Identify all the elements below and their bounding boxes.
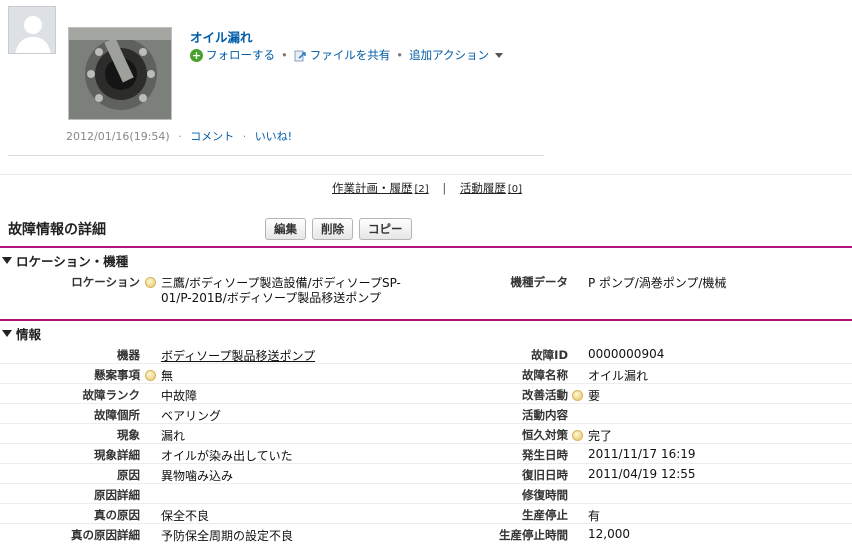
field-value: 要 [588,389,601,403]
field-value-location-line2: 01/P-201B/ボディソープ製品移送ポンプ [161,291,381,305]
separator-dot: · [178,130,182,143]
field-value: 2011/11/17 16:19 [588,447,696,461]
row-divider [0,523,852,524]
related-list-links: 作業計画・履歴 [2] | 活動履歴 [0] [332,180,522,196]
row-divider [0,503,852,504]
detail-button-bar: 編集 削除 コピー [265,218,412,240]
field-value: 2011/04/19 12:55 [588,467,696,481]
field-value-model: P ポンプ/渦巻ポンプ/機械 [588,276,727,290]
more-actions-link[interactable]: 追加アクション [409,47,489,63]
field-value: 無 [161,369,174,383]
post-timestamp: 2012/01/16(19:54) [66,130,170,143]
field-value: オイル漏れ [588,369,649,383]
help-icon[interactable] [572,430,583,441]
field-label: 生産停止時間 [499,528,568,542]
like-link[interactable]: いいね! [255,130,292,143]
row-divider [0,423,852,424]
field-value: 中故障 [161,389,198,403]
separator-dot: • [281,48,288,62]
page-title: 故障情報の詳細 [8,222,106,238]
field-label: 生産停止 [522,508,568,522]
field-label: 故障個所 [94,408,140,422]
collapse-triangle-icon[interactable] [2,330,12,337]
activity-history-link[interactable]: 活動履歴 [460,181,506,195]
field-label: 真の原因詳細 [71,528,140,542]
field-value: 保全不良 [161,509,210,523]
field-label: 活動内容 [522,408,568,422]
field-value: 0000000904 [588,347,665,361]
feed-bottom-divider [0,174,852,175]
separator-dot: · [242,130,247,143]
field-value: オイルが染み出していた [161,449,293,463]
chevron-down-icon[interactable] [495,52,504,58]
section-toggle-info[interactable]: 情報 [2,324,41,343]
edit-button[interactable]: 編集 [265,218,306,240]
field-label: 故障名称 [522,368,568,382]
field-label: 原因詳細 [94,488,140,502]
post-actions: + フォローする • ファイルを共有 • 追加アクション [190,47,504,63]
field-value: 予防保全周期の設定不良 [161,529,294,543]
post-meta: 2012/01/16(19:54) · コメント · いいね! [66,128,292,144]
section-heading-location: ロケーション・機種 [16,254,129,269]
activity-history-count[interactable]: [0] [508,184,522,195]
comment-link[interactable]: コメント [190,130,234,143]
section-divider [0,319,852,321]
delete-button[interactable]: 削除 [312,218,353,240]
work-plan-count[interactable]: [2] [415,184,429,195]
field-label: 懸案事項 [94,368,140,382]
work-plan-link[interactable]: 作業計画・履歴 [332,181,413,195]
field-label: 故障ID [531,348,568,362]
field-label: 恒久対策 [522,428,568,442]
equipment-link[interactable]: ボディソープ製品移送ポンプ [161,347,315,364]
row-divider [0,483,852,484]
field-value: 完了 [588,429,613,443]
follow-plus-icon[interactable]: + [190,48,203,62]
post-image-thumbnail[interactable] [68,27,172,120]
feed-divider [8,155,544,156]
field-label: 真の原因 [94,508,140,522]
help-icon[interactable] [572,390,583,401]
pump-photo-image [69,28,171,119]
field-label: 現象 [117,428,140,442]
row-divider [0,403,852,404]
section-divider [0,246,852,248]
post-title-link[interactable]: オイル漏れ [190,27,253,46]
share-file-icon[interactable] [294,49,307,62]
section-toggle-location[interactable]: ロケーション・機種 [2,251,128,270]
row-divider [0,363,852,364]
separator-bar: | [442,181,447,195]
collapse-triangle-icon[interactable] [2,257,12,264]
field-label: 故障ランク [82,388,141,402]
field-value: 12,000 [588,527,630,541]
help-icon[interactable] [145,277,156,288]
field-label: 機器 [117,348,140,362]
share-file-link[interactable]: ファイルを共有 [310,47,391,63]
field-value: 異物噛み込み [161,469,234,483]
field-label: 原因 [117,468,140,482]
row-divider [0,443,852,444]
help-icon[interactable] [145,370,156,381]
row-divider [0,463,852,464]
section-heading-info: 情報 [16,327,42,342]
field-value: 有 [588,509,601,523]
row-divider [0,383,852,384]
separator-dot: • [396,48,404,62]
field-value: ベアリング [161,409,222,423]
field-label-model: 機種データ [510,275,569,289]
user-silhouette-icon [9,7,55,53]
follow-link[interactable]: フォローする [206,47,275,63]
field-label-location: ロケーション [71,275,140,289]
copy-button[interactable]: コピー [359,218,412,240]
field-label: 復旧日時 [522,468,568,482]
field-label: 発生日時 [522,448,568,462]
field-label: 現象詳細 [94,448,140,462]
field-label: 修復時間 [522,488,568,502]
field-value: 漏れ [161,429,186,443]
field-label: 改善活動 [522,388,568,402]
user-avatar[interactable] [8,6,56,54]
